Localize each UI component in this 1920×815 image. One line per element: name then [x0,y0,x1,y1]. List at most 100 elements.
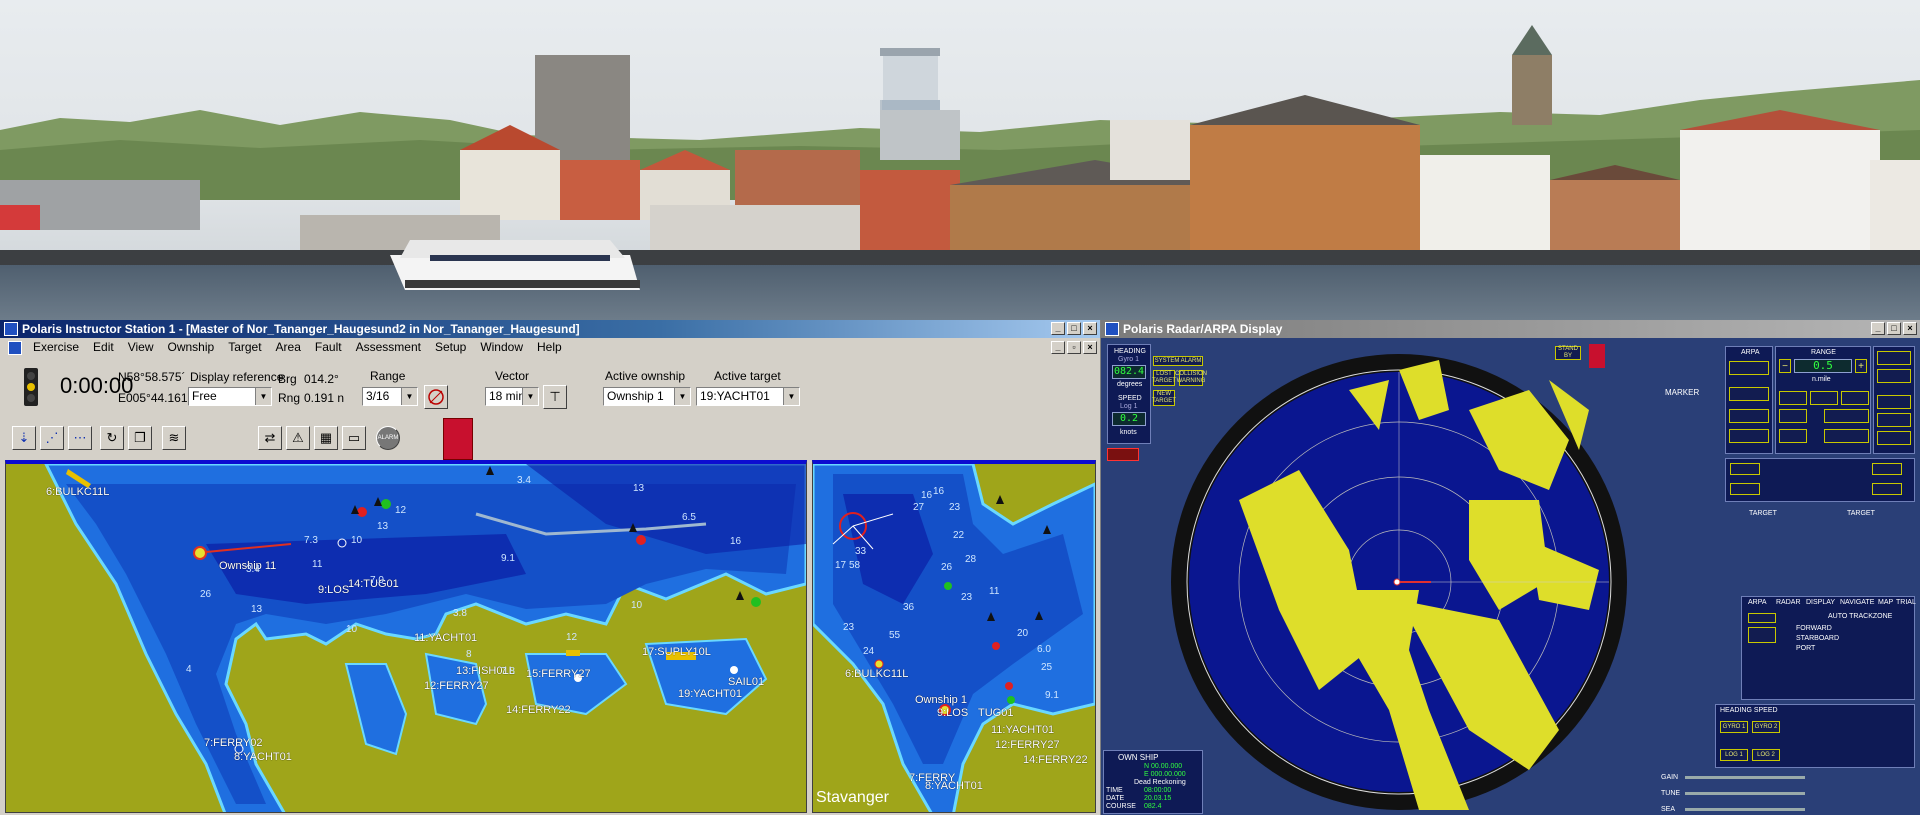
vessel-label[interactable]: 8:YACHT01 [925,780,983,792]
head-up-button[interactable] [1841,391,1869,405]
vessel-label[interactable]: 8:YACHT01 [234,751,292,763]
vessel-label[interactable]: 19:YACHT01 [678,688,742,700]
vessel-label[interactable]: 15:FERRY27 [526,668,591,680]
radar-only-button[interactable] [1877,431,1911,445]
minimize-button[interactable]: _ [1871,322,1885,335]
active-target-select[interactable]: 19:YACHT01 ▼ [696,387,800,406]
route-node-icon[interactable]: ⋰ [40,426,64,450]
vector-mode-icon[interactable]: ⊤ [543,385,567,409]
main-chart[interactable]: 6:BULKC11L Ownship 11 9:LOS 14:TUG01 11:… [5,460,807,813]
overview-chart[interactable]: 6:BULKC11L Ownship 1 9:LOS TUG01 11:YACH… [812,460,1096,813]
gyro2-button[interactable]: GYRO 2 [1752,721,1780,733]
vessel-label[interactable]: 11:YACHT01 [414,632,477,644]
menu-exercise[interactable]: Exercise [26,338,86,357]
mdi-close-button[interactable]: × [1083,341,1097,354]
ebl1-button[interactable] [1730,463,1760,475]
menu-target[interactable]: Target [221,338,268,357]
sea-slider[interactable] [1685,808,1805,811]
maximize-button[interactable]: □ [1887,322,1901,335]
menu-area[interactable]: Area [269,338,308,357]
cpa-tcpa-button[interactable] [1729,361,1769,375]
maximize-button[interactable]: □ [1067,322,1081,335]
range-decrease-button[interactable]: − [1779,359,1791,373]
vessel-label[interactable]: 11:YACHT01 [991,724,1054,736]
copy-icon[interactable]: ❐ [128,426,152,450]
menu-ownship[interactable]: Ownship [161,338,222,357]
instructor-titlebar[interactable]: Polaris Instructor Station 1 - [Master o… [0,320,1100,338]
menu-assessment[interactable]: Assessment [349,338,428,357]
north-up-button[interactable] [1779,391,1807,405]
traffic-light-icon[interactable] [10,366,52,408]
vector-select[interactable]: 18 min ▼ [485,387,539,406]
true-vector-button[interactable] [1779,429,1807,443]
vessel-label[interactable]: 9:LOS [937,707,968,719]
radar-scope[interactable] [1169,350,1629,810]
menu-edit[interactable]: Edit [86,338,121,357]
warning-icon[interactable]: ⚠ [286,426,310,450]
mdi-minimize-button[interactable]: _ [1051,341,1065,354]
wave-icon[interactable]: ≋ [162,426,186,450]
vessel-label[interactable]: 14:FERRY22 [506,704,571,716]
tab-map[interactable]: MAP [1878,599,1893,606]
range-rings-button[interactable] [1877,369,1911,383]
log2-button[interactable]: LOG 2 [1752,749,1780,761]
vessel-label[interactable]: 7:FERRY02 [204,737,263,749]
auto-acquire-button[interactable] [1729,387,1769,401]
centre-button[interactable] [1877,351,1911,365]
vessel-label[interactable]: 9:LOS [318,584,349,596]
vessel-label[interactable]: 6:BULKC11L [845,668,908,680]
alarm-button[interactable]: ALARM [376,426,400,450]
route-down-icon[interactable]: ⇣ [12,426,36,450]
gyro1-button[interactable]: GYRO 1 [1720,721,1748,733]
vessel-label[interactable]: 14:FERRY22 [1023,754,1088,766]
log1-button[interactable]: LOG 1 [1720,749,1748,761]
vessel-label[interactable]: 12:FERRY27 [995,739,1060,751]
range-select[interactable]: 3/16 ▼ [362,387,418,406]
vessel-label[interactable]: SAIL01 [728,676,764,688]
minimize-button[interactable]: _ [1051,322,1065,335]
tab-radar[interactable]: RADAR [1776,599,1801,606]
tab-arpa[interactable]: ARPA [1748,599,1767,606]
vrm2-button[interactable] [1872,483,1902,495]
chart-grid-icon[interactable]: ▦ [314,426,338,450]
tab-display[interactable]: DISPLAY [1806,599,1835,606]
menu-view[interactable]: View [121,338,161,357]
course-up-button[interactable] [1810,391,1838,405]
more-button[interactable] [1748,613,1776,623]
vessel-label[interactable]: Ownship 1 [915,694,967,706]
head-marker-button[interactable] [1877,413,1911,427]
tune-slider[interactable] [1685,792,1805,795]
alarm-indicator[interactable] [1107,448,1139,461]
history-button[interactable] [1729,409,1769,423]
loop-icon[interactable]: ↻ [100,426,124,450]
relative-motion-button[interactable] [1824,409,1869,423]
menu-help[interactable]: Help [530,338,569,357]
map-reference-icon[interactable] [424,385,448,409]
manual-acquire-button[interactable] [1729,429,1769,443]
relative-vector-button[interactable] [1824,429,1869,443]
link-icon[interactable]: ⇄ [258,426,282,450]
range-increase-button[interactable]: + [1855,359,1867,373]
vrm1-button[interactable] [1730,483,1760,495]
display-zone-button[interactable] [1748,627,1776,643]
gain-slider[interactable] [1685,776,1805,779]
after-glow-button[interactable] [1877,395,1911,409]
close-button[interactable]: × [1903,322,1917,335]
card-icon[interactable]: ▭ [342,426,366,450]
vessel-label[interactable]: TUG01 [978,707,1013,719]
close-button[interactable]: × [1083,322,1097,335]
mdi-restore-button[interactable]: ▫ [1067,341,1081,354]
menu-window[interactable]: Window [473,338,530,357]
menu-fault[interactable]: Fault [308,338,349,357]
vessel-label[interactable]: 17:SUPLY10L [642,646,711,658]
display-reference-select[interactable]: Free ▼ [188,387,272,406]
radar-titlebar[interactable]: Polaris Radar/ARPA Display _ □ × [1101,320,1920,338]
active-ownship-select[interactable]: Ownship 1 ▼ [603,387,691,406]
tab-trial[interactable]: TRIAL [1896,599,1916,606]
vessel-label[interactable]: 6:BULKC11L [46,486,109,498]
tab-navigate[interactable]: NAVIGATE [1840,599,1874,606]
true-motion-button[interactable] [1779,409,1807,423]
ebl2-button[interactable] [1872,463,1902,475]
vessel-label[interactable]: 12:FERRY27 [424,680,489,692]
route-end-icon[interactable]: ⋯ [68,426,92,450]
